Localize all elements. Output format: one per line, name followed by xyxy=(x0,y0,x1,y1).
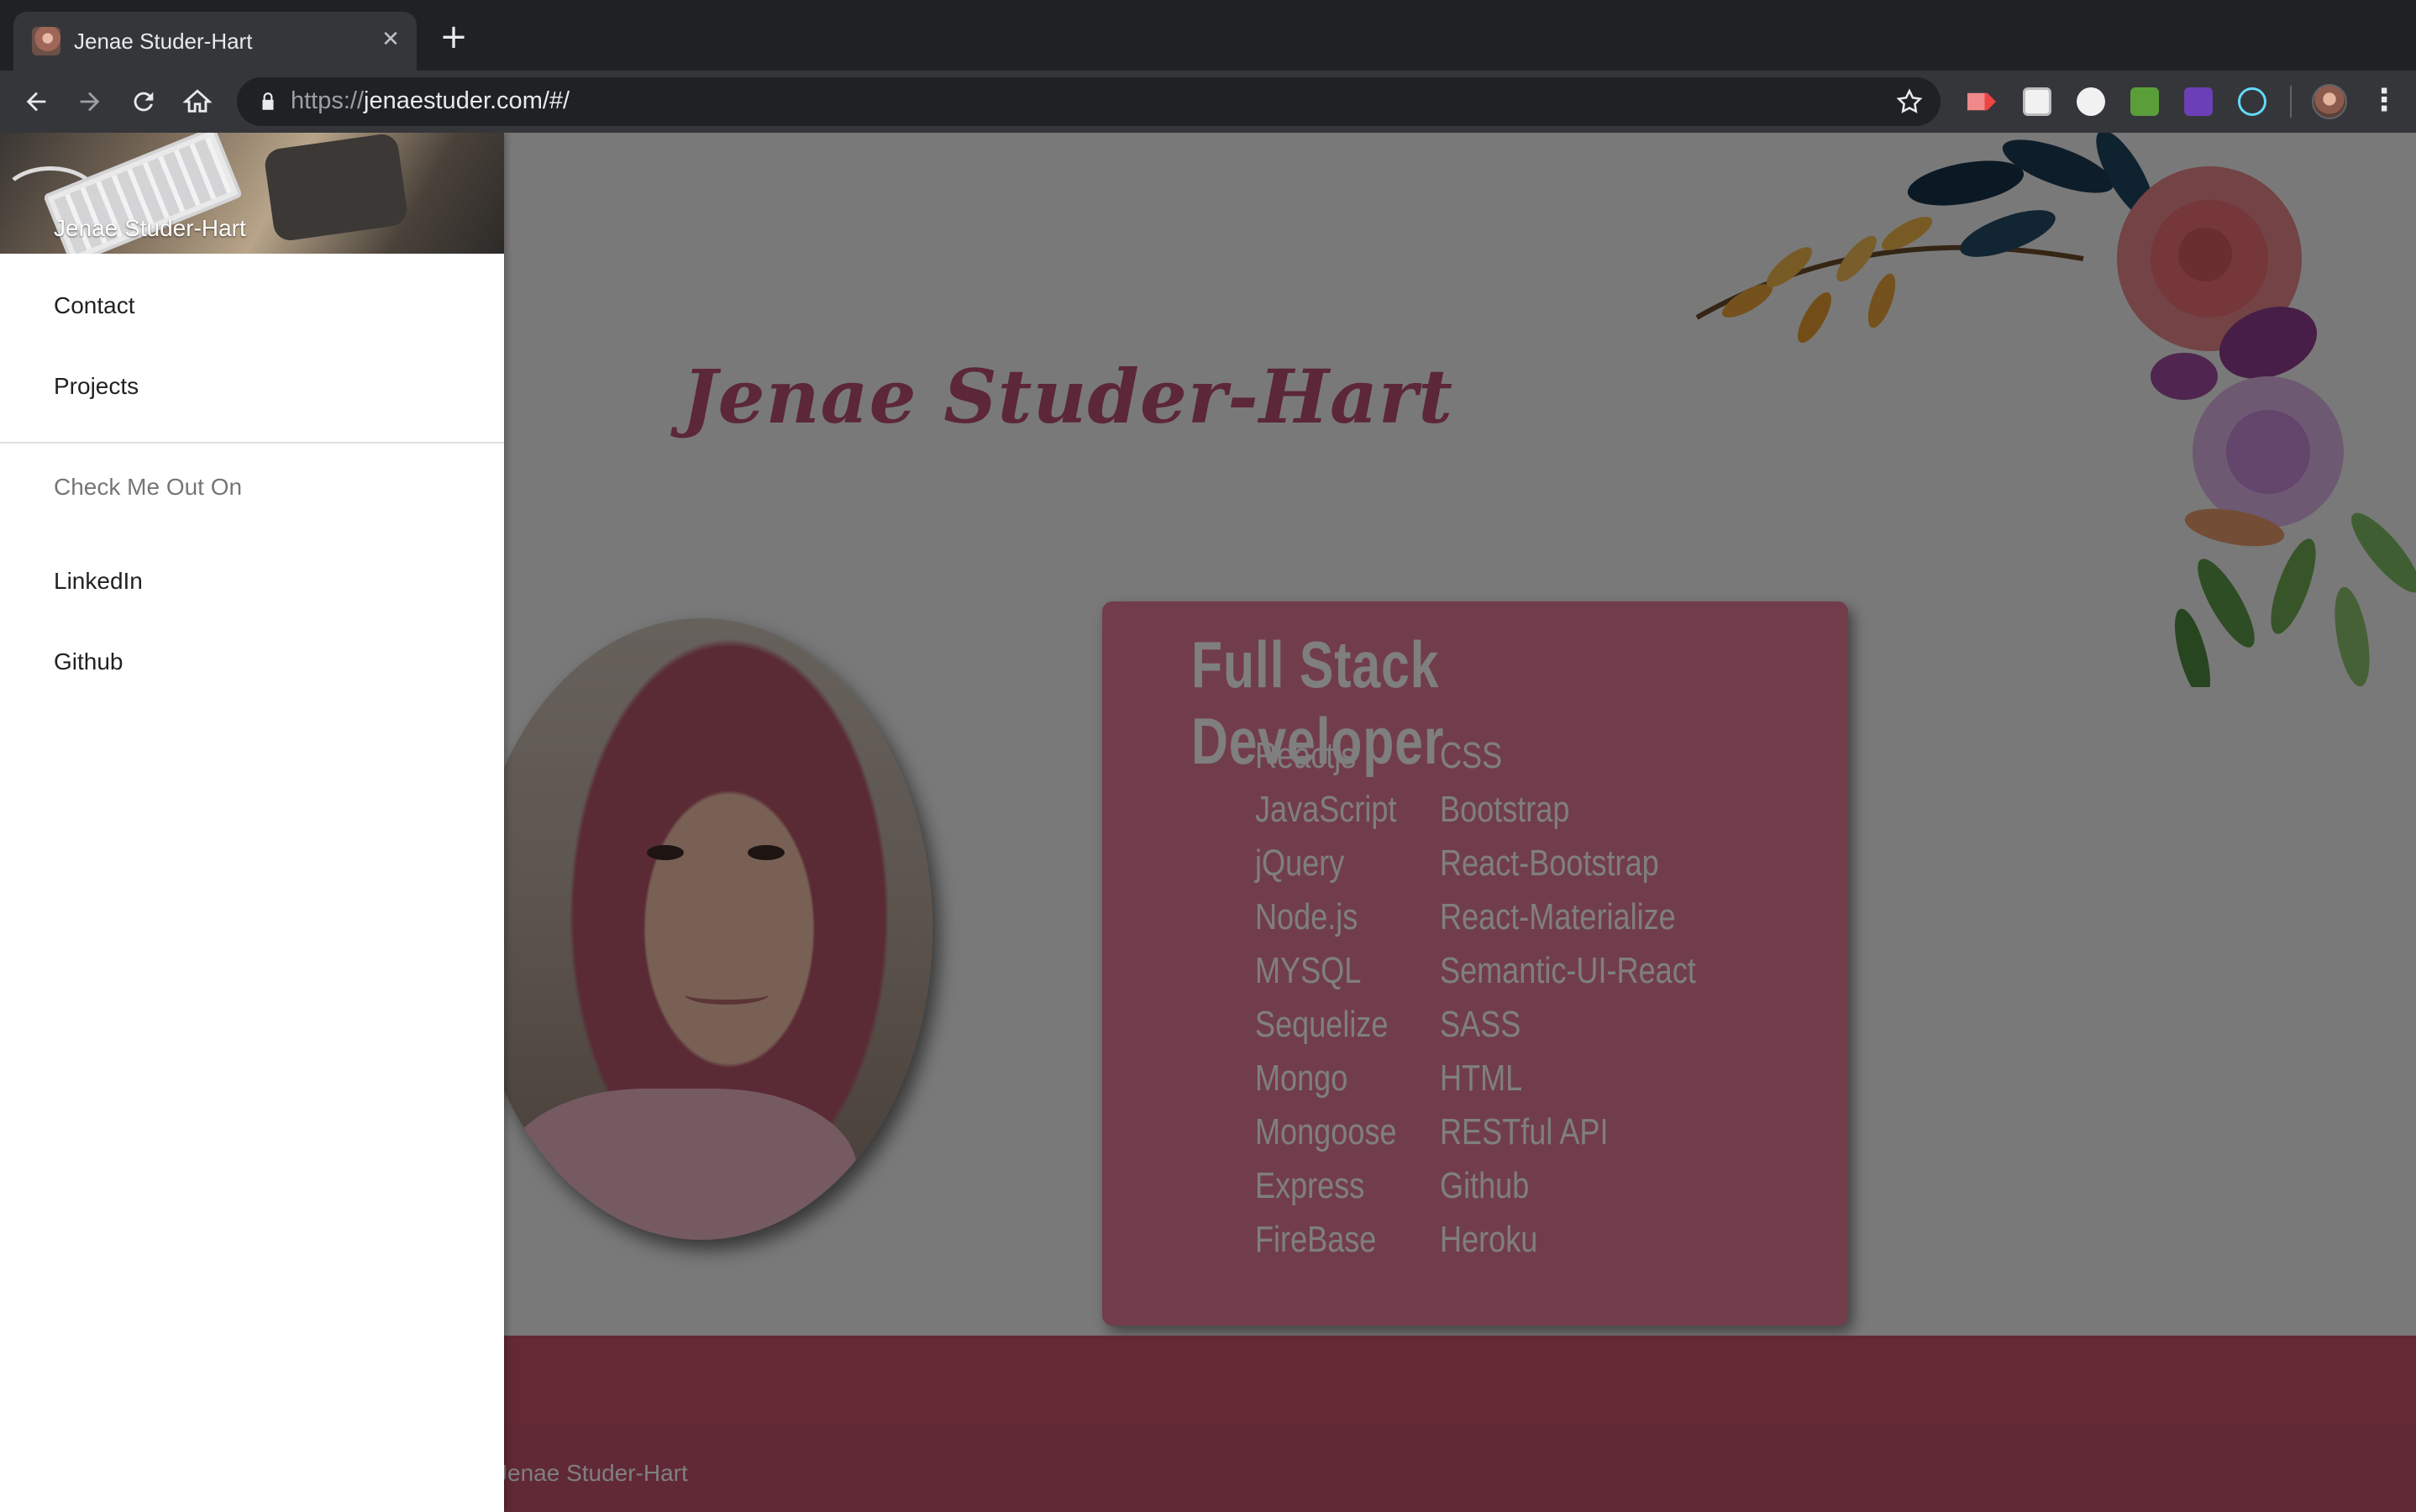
browser-toolbar: https://jenaestuder.com/#/ ⋮ xyxy=(0,71,2416,133)
side-nav: Jenae Studer-Hart Contact Projects Check… xyxy=(0,133,504,1512)
home-icon xyxy=(183,89,212,113)
tab-title: Jenae Studer-Hart xyxy=(74,29,253,54)
site-favicon-icon xyxy=(32,27,60,55)
profile-avatar[interactable] xyxy=(2312,84,2347,119)
sidenav-item-contact[interactable]: Contact xyxy=(54,292,135,319)
reload-button[interactable] xyxy=(126,84,161,119)
clipboard-icon[interactable] xyxy=(2023,87,2051,116)
sidenav-subheader: Check Me Out On xyxy=(54,474,243,500)
sidenav-divider xyxy=(0,442,504,444)
browser-tab[interactable]: Jenae Studer-Hart ✕ xyxy=(13,12,417,71)
sidenav-item-projects[interactable]: Projects xyxy=(54,373,139,400)
react-devtools-icon[interactable] xyxy=(2238,87,2266,116)
lock-icon xyxy=(262,92,274,110)
checkmark-extension-icon[interactable] xyxy=(2184,87,2213,116)
back-arrow-icon xyxy=(26,92,46,112)
address-bar[interactable]: https://jenaestuder.com/#/ xyxy=(237,77,1941,126)
url-text: https://jenaestuder.com/#/ xyxy=(291,87,570,114)
bookmark-star-icon[interactable] xyxy=(1895,87,1924,116)
header-photo-device xyxy=(263,133,409,243)
home-button[interactable] xyxy=(180,84,215,119)
reload-icon xyxy=(134,92,154,112)
video-recorder-icon[interactable] xyxy=(1967,92,1996,111)
browser-tabstrip: Jenae Studer-Hart ✕ + xyxy=(0,0,2416,71)
sidenav-item-linkedin[interactable]: LinkedIn xyxy=(54,568,143,595)
browser-menu-icon[interactable]: ⋮ xyxy=(2369,84,2399,119)
toolbar-divider xyxy=(2290,86,2292,118)
new-tab-button[interactable]: + xyxy=(437,20,470,54)
close-tab-icon[interactable]: ✕ xyxy=(376,25,405,54)
forward-arrow-icon xyxy=(80,92,100,112)
sidenav-header: Jenae Studer-Hart xyxy=(0,133,504,254)
back-button[interactable] xyxy=(18,84,54,119)
sidenav-item-github[interactable]: Github xyxy=(54,648,123,675)
code-viewer-icon[interactable] xyxy=(2077,87,2105,116)
cors-icon[interactable] xyxy=(2130,87,2159,116)
page-viewport: Jenae Studer-Hart Full Stack Developer R… xyxy=(0,133,2416,1512)
forward-button[interactable] xyxy=(72,84,108,119)
sidenav-user-name: Jenae Studer-Hart xyxy=(54,215,246,241)
